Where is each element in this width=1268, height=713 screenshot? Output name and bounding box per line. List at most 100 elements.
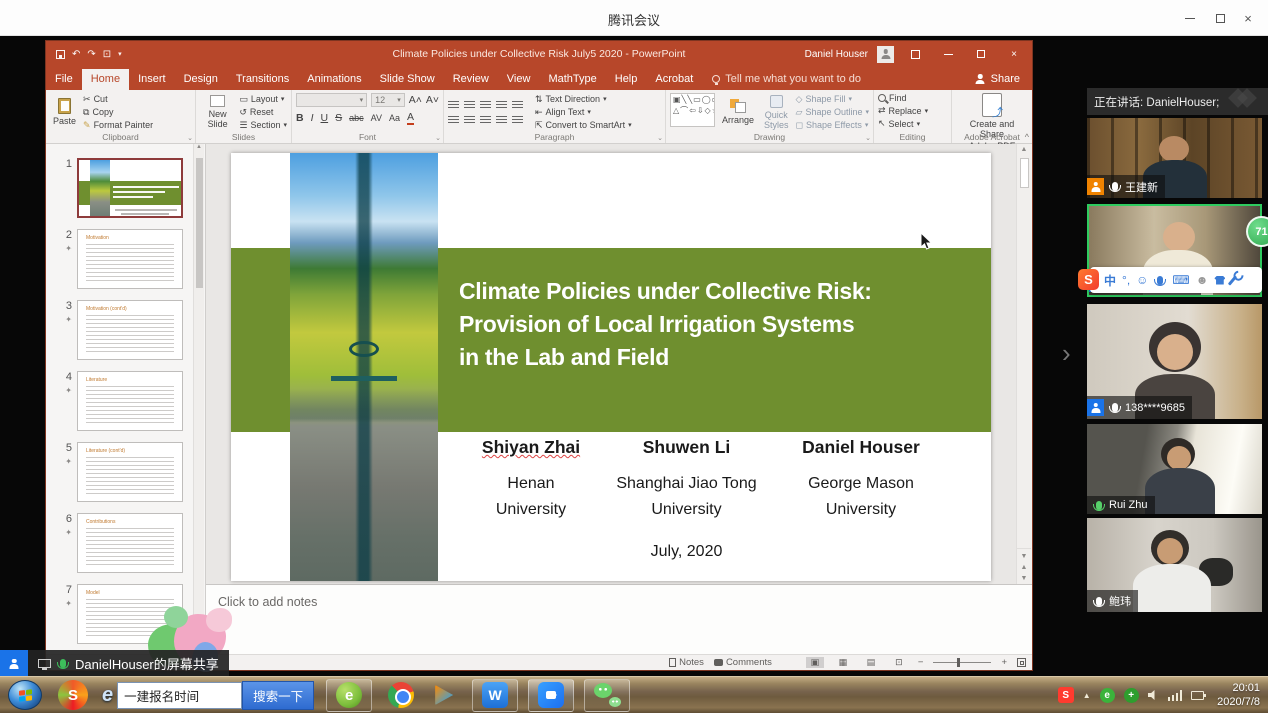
reading-view-button[interactable]: ▤ — [862, 657, 880, 668]
scroll-down-icon[interactable]: ▼ — [1017, 551, 1031, 562]
power-icon[interactable] — [1191, 691, 1204, 700]
video-tile-participant-5[interactable]: 鲍玮 — [1087, 518, 1262, 612]
taskbar-360-browser-button[interactable]: e — [326, 679, 372, 712]
tray-sogou-icon[interactable]: S — [1058, 687, 1074, 703]
sogou-logo-icon[interactable]: S — [1078, 269, 1099, 290]
thumbnail-scrollbar[interactable]: ▲ — [193, 144, 204, 654]
layout-button[interactable]: ▭Layout▾ — [239, 94, 287, 105]
normal-view-button[interactable]: ▣ — [806, 657, 824, 668]
volume-icon[interactable] — [1148, 690, 1159, 701]
change-case-button[interactable]: Aa — [389, 113, 400, 123]
thumbnail-slide-1[interactable]: 1 — [56, 158, 183, 218]
paragraph-icons-row2[interactable] — [448, 116, 523, 124]
powerpoint-close-button[interactable]: × — [1002, 43, 1026, 65]
align-text-button[interactable]: ⇤Align Text▾ — [535, 107, 632, 118]
zoom-slider[interactable] — [933, 662, 991, 663]
replace-button[interactable]: ⇄Replace▾ — [878, 105, 947, 116]
tray-plus-icon[interactable]: + — [1124, 688, 1139, 703]
quick-styles-button[interactable]: Quick Styles — [761, 93, 792, 131]
zoom-out-button[interactable]: − — [918, 657, 924, 668]
taskbar-chrome-button[interactable] — [388, 679, 414, 712]
italic-button[interactable]: I — [311, 112, 314, 124]
font-color-button[interactable]: A — [407, 112, 414, 125]
taskbar-tencent-video-button[interactable] — [430, 679, 456, 712]
next-slide-button[interactable]: ▼ — [1017, 573, 1031, 584]
tray-expand-icon[interactable]: ▲ — [1083, 691, 1091, 700]
thumbnail-slide-4[interactable]: 4✦ Literature — [56, 371, 183, 431]
search-input[interactable]: 一建报名时间 — [117, 682, 242, 709]
notes-toggle-button[interactable]: Notes — [669, 657, 704, 668]
create-share-pdf-button[interactable]: Create and Share Adobe PDF — [956, 93, 1028, 151]
drawing-dialog-launcher[interactable]: ⌄ — [865, 134, 871, 142]
undo-icon[interactable]: ↶ — [72, 49, 80, 60]
shape-effects-button[interactable]: ◻Shape Effects▾ — [796, 120, 869, 131]
share-button[interactable]: Share — [963, 73, 1032, 90]
taskbar-tencent-meeting-button[interactable] — [528, 679, 574, 712]
network-signal-icon[interactable] — [1168, 690, 1183, 701]
text-shadow-button[interactable]: abc — [349, 113, 364, 123]
shape-fill-button[interactable]: ◇Shape Fill▾ — [796, 94, 869, 105]
paragraph-icons-row1[interactable] — [448, 101, 523, 109]
search-go-button[interactable]: 搜索一下 — [242, 681, 314, 710]
tab-mathtype[interactable]: MathType — [539, 69, 605, 90]
grow-font-button[interactable]: A˄ — [409, 94, 422, 106]
scrollbar-thumb[interactable] — [1020, 158, 1029, 188]
ime-settings-icon[interactable] — [1228, 275, 1237, 285]
taskbar-sogou-icon[interactable]: S — [58, 680, 88, 710]
clipboard-dialog-launcher[interactable]: ⌄ — [187, 134, 193, 142]
redo-icon[interactable]: ↷ — [87, 49, 95, 60]
thumbnail-slide-3[interactable]: 3✦ Motivation (cont'd) — [56, 300, 183, 360]
font-name-combo[interactable]: ▾ — [296, 93, 367, 107]
zoom-in-button[interactable]: + — [1001, 657, 1007, 668]
ribbon-display-options-icon[interactable] — [903, 43, 927, 65]
ime-voice-icon[interactable] — [1157, 276, 1163, 285]
tab-file[interactable]: File — [46, 69, 82, 90]
tab-review[interactable]: Review — [444, 69, 498, 90]
tab-home[interactable]: Home — [82, 69, 129, 90]
ime-punctuation-icon[interactable]: °, — [1122, 273, 1130, 287]
tab-help[interactable]: Help — [606, 69, 647, 90]
paste-button[interactable]: Paste — [50, 93, 79, 131]
meeting-close-button[interactable]: × — [1234, 8, 1262, 28]
thumbnail-slide-2[interactable]: 2✦ Motivation — [56, 229, 183, 289]
member-list-button[interactable] — [0, 650, 28, 677]
save-icon[interactable] — [56, 50, 65, 59]
ime-language-icon[interactable]: 中 — [1104, 272, 1116, 289]
tab-design[interactable]: Design — [175, 69, 227, 90]
tray-360-icon[interactable]: e — [1100, 688, 1115, 703]
find-button[interactable]: Find — [878, 93, 947, 103]
paragraph-dialog-launcher[interactable]: ⌄ — [657, 134, 663, 142]
comments-toggle-button[interactable]: Comments — [714, 657, 772, 668]
slide-editing-area[interactable]: Climate Policies under Collective Risk: … — [231, 153, 991, 581]
previous-slide-button[interactable]: ▲ — [1017, 562, 1031, 573]
arrange-button[interactable]: Arrange — [719, 93, 757, 131]
reset-button[interactable]: ↺Reset — [239, 107, 287, 118]
ime-keyboard-icon[interactable]: ⌨ — [1172, 273, 1189, 287]
convert-smartart-button[interactable]: ⇱Convert to SmartArt▾ — [535, 120, 632, 131]
strikethrough-button[interactable]: S — [335, 112, 342, 124]
shapes-gallery[interactable]: ▣╲╲▭◯▭ △⌒⇦⇩◇☆ — [670, 93, 715, 127]
taskbar-wechat-button[interactable] — [584, 679, 630, 712]
slideshow-view-button[interactable]: ⊡ — [890, 657, 908, 668]
tab-transitions[interactable]: Transitions — [227, 69, 298, 90]
qat-customize-icon[interactable]: ▾ — [118, 50, 122, 58]
sogou-ime-toolbar[interactable]: S 中 °, ☺ ⌨ ☻ — [1090, 267, 1262, 293]
tab-animations[interactable]: Animations — [298, 69, 370, 90]
bold-button[interactable]: B — [296, 112, 304, 124]
tab-acrobat[interactable]: Acrobat — [646, 69, 702, 90]
underline-button[interactable]: U — [321, 112, 329, 124]
tab-insert[interactable]: Insert — [129, 69, 175, 90]
slide-scrollbar[interactable]: ▲ ▼ ▲ ▼ — [1016, 144, 1031, 584]
meeting-maximize-button[interactable] — [1206, 8, 1234, 28]
font-size-combo[interactable]: 12▾ — [371, 93, 405, 107]
tab-view[interactable]: View — [498, 69, 540, 90]
account-user-name[interactable]: Daniel Houser — [805, 49, 868, 60]
slide-sorter-view-button[interactable]: ▦ — [834, 657, 852, 668]
ie-icon[interactable]: e — [102, 684, 113, 707]
shrink-font-button[interactable]: A˅ — [426, 94, 439, 106]
taskbar-wps-button[interactable]: W — [472, 679, 518, 712]
video-tile-participant-1[interactable]: 王建新 — [1087, 118, 1262, 198]
new-slide-button[interactable]: New Slide — [200, 93, 235, 131]
tell-me-box[interactable]: Tell me what you want to do — [712, 73, 861, 90]
text-direction-button[interactable]: ⇅Text Direction▾ — [535, 94, 632, 105]
